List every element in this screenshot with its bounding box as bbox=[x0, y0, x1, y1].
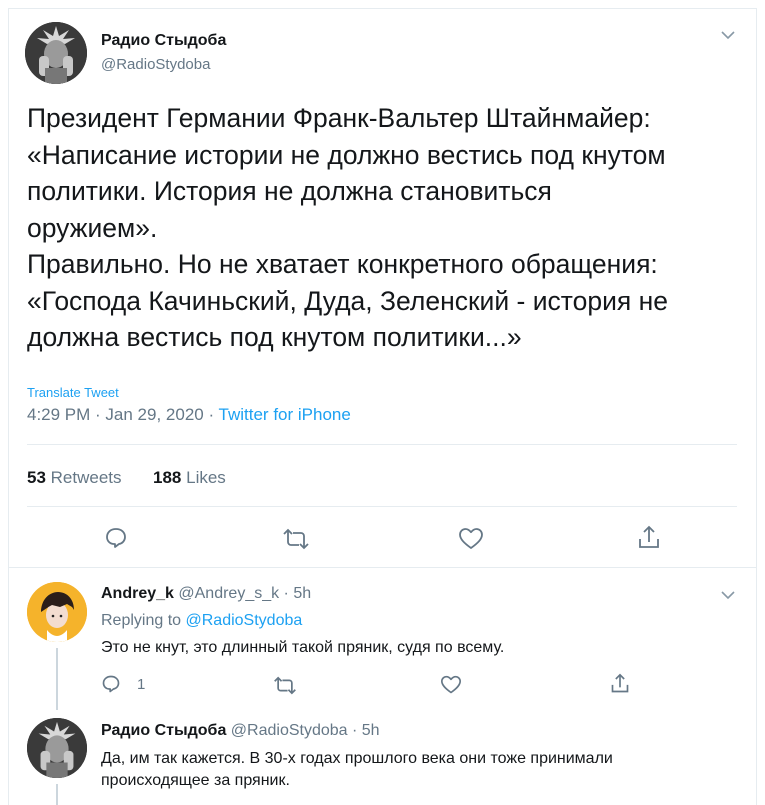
reply-header: Andrey_k @Andrey_s_k · 5h bbox=[101, 585, 311, 603]
reply-avatar[interactable] bbox=[27, 582, 87, 642]
divider bbox=[9, 567, 756, 568]
like-icon[interactable] bbox=[440, 675, 462, 695]
reply-text: Это не кнут, это длинный такой пряник, с… bbox=[101, 639, 505, 656]
retweet-icon[interactable] bbox=[273, 676, 297, 695]
retweets-count: 53 bbox=[27, 468, 46, 487]
reply-author-meta[interactable]: @Andrey_s_k · 5h bbox=[178, 585, 311, 602]
likes-label: Likes bbox=[186, 468, 226, 487]
tweet-text-line: Правильно. Но не хватает конкретного обр… bbox=[27, 249, 658, 279]
tweet-text-line: политики. История не должна становиться bbox=[27, 176, 552, 206]
share-icon[interactable] bbox=[610, 673, 630, 695]
author-avatar[interactable] bbox=[25, 22, 87, 84]
thread-line bbox=[56, 648, 58, 710]
reply-author-name[interactable]: Радио Стыдоба bbox=[101, 722, 226, 739]
likes-count: 188 bbox=[153, 468, 182, 487]
reply-text: Да, им так кажется. В 30-х годах прошлог… bbox=[101, 748, 613, 792]
reply-count: 1 bbox=[137, 676, 146, 693]
likes-stat[interactable]: 188 Likes bbox=[153, 468, 226, 487]
replying-to: Replying to @RadioStydoba bbox=[101, 612, 302, 630]
tweet-text-line: «Господа Качиньский, Дуда, Зеленский - и… bbox=[27, 285, 668, 316]
tweet-source[interactable]: Twitter for iPhone bbox=[219, 405, 351, 424]
divider bbox=[27, 444, 737, 445]
reply-icon[interactable] bbox=[104, 526, 128, 550]
retweets-label: Retweets bbox=[50, 468, 122, 487]
reply-text-line: Да, им так кажется. В 30-х годах прошлог… bbox=[101, 750, 613, 767]
like-icon[interactable] bbox=[458, 527, 484, 551]
retweets-stat[interactable]: 53 Retweets bbox=[27, 468, 122, 487]
tweet-text-line: Президент Германии Франк-Вальтер Штайнма… bbox=[27, 103, 651, 133]
author-handle[interactable]: @RadioStydoba bbox=[101, 56, 210, 73]
tweet-text-line: «Написание истории не должно вестись под… bbox=[27, 139, 666, 170]
reply-icon[interactable] bbox=[101, 674, 121, 694]
replying-to-handle[interactable]: @RadioStydoba bbox=[186, 612, 303, 629]
thread-line bbox=[56, 784, 58, 805]
reply-text-line: происходящее за пряник. bbox=[101, 772, 290, 789]
tweet-text: Президент Германии Франк-Вальтер Штайнма… bbox=[27, 100, 727, 356]
divider bbox=[27, 506, 737, 507]
reply-header: Радио Стыдоба @RadioStydoba · 5h bbox=[101, 722, 380, 740]
retweet-icon[interactable] bbox=[282, 528, 310, 550]
reply-avatar[interactable] bbox=[27, 718, 87, 778]
replying-to-prefix: Replying to bbox=[101, 612, 186, 629]
tweet-text-line: оружием». bbox=[27, 212, 158, 243]
reply-author-name[interactable]: Andrey_k bbox=[101, 585, 174, 602]
tweet-stats: 53 Retweets 188 Likes bbox=[27, 468, 226, 488]
share-icon[interactable] bbox=[637, 525, 661, 551]
chevron-down-icon[interactable] bbox=[720, 590, 736, 600]
tweet-text-line: должна вестись под кнутом политики...» bbox=[27, 322, 522, 352]
reply-author-meta[interactable]: @RadioStydoba · 5h bbox=[231, 722, 380, 739]
translate-tweet-link[interactable]: Translate Tweet bbox=[27, 385, 119, 400]
author-name[interactable]: Радио Стыдоба bbox=[101, 32, 226, 50]
chevron-down-icon[interactable] bbox=[720, 30, 736, 40]
tweet-timestamp: 4:29 PM · Jan 29, 2020 · Twitter for iPh… bbox=[27, 405, 351, 425]
tweet-time[interactable]: 4:29 PM · Jan 29, 2020 · bbox=[27, 405, 219, 424]
